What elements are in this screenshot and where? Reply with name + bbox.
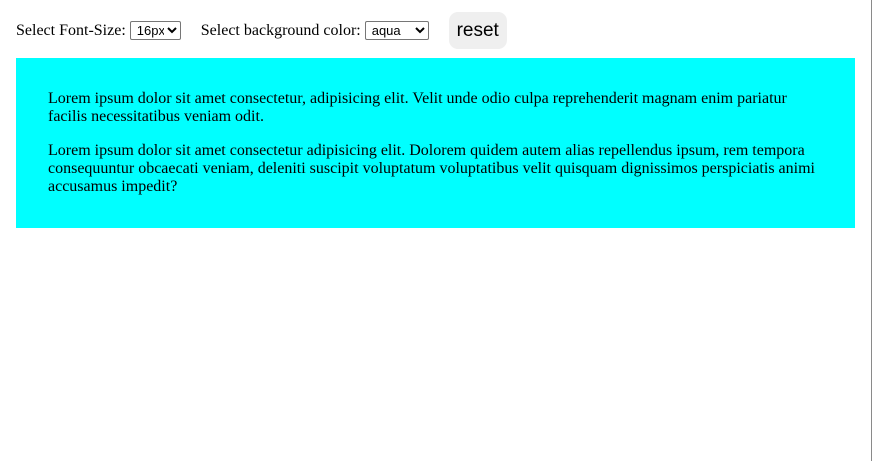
font-size-select[interactable]: 16px	[129, 21, 181, 40]
background-color-select[interactable]: aqua	[364, 21, 429, 40]
reset-button[interactable]: reset	[448, 12, 507, 49]
content-box: Lorem ipsum dolor sit amet consectetur, …	[16, 58, 855, 228]
controls-bar: Select Font-Size: 16px Select background…	[16, 12, 507, 49]
paragraph-1: Lorem ipsum dolor sit amet consectetur, …	[48, 90, 787, 125]
paragraph-2: Lorem ipsum dolor sit amet consectetur a…	[48, 142, 815, 195]
font-size-label: Select Font-Size:	[16, 21, 126, 39]
background-color-label: Select background color:	[200, 21, 361, 39]
